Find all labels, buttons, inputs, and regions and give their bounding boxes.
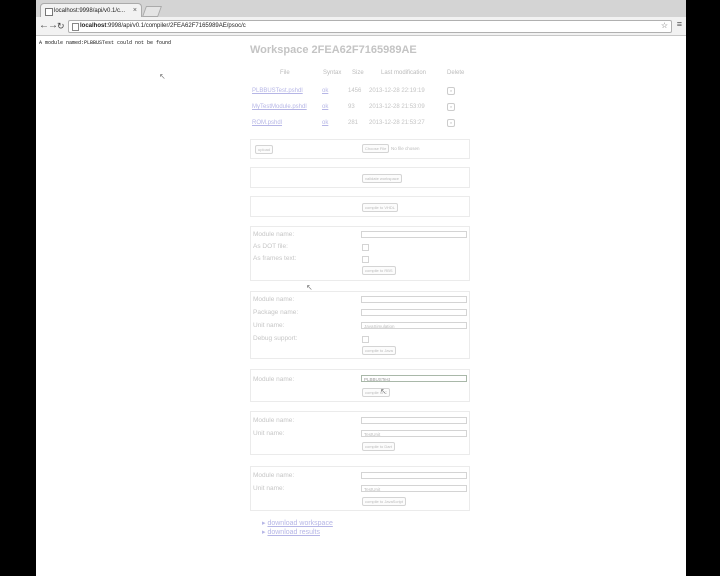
module-name-label: Module name: xyxy=(253,296,295,303)
rbs-panel: Module name: As DOT file: As frames text… xyxy=(250,226,470,281)
download-workspace-link[interactable]: download workspace xyxy=(267,520,332,527)
debug-support-checkbox[interactable] xyxy=(362,336,369,343)
unit-name-label: Unit name: xyxy=(253,322,285,329)
validate-workspace-button[interactable]: validate workspace xyxy=(362,174,403,183)
unit-name-input[interactable]: JavaSimulation xyxy=(361,322,467,329)
column-header-modified: Last modification xyxy=(381,70,427,76)
choose-file-button[interactable]: Choose File xyxy=(362,144,390,153)
address-bar[interactable]: localhost:9998/api/v0.1/compiler/2FEA62F… xyxy=(68,20,672,33)
module-name-label: Module name: xyxy=(253,472,295,479)
delete-button[interactable]: × xyxy=(447,87,455,95)
package-name-label: Package name: xyxy=(253,309,299,316)
package-name-input[interactable] xyxy=(361,309,467,316)
new-tab-button[interactable] xyxy=(141,6,163,17)
module-name-input[interactable] xyxy=(361,231,467,238)
upload-button[interactable]: upload xyxy=(255,145,274,154)
javascript-panel: Module name: Unit name: TestUnit compile… xyxy=(250,466,470,511)
file-modified: 2013-12-28 22:19:19 xyxy=(369,88,425,94)
cursor-icon: ↖ xyxy=(159,72,166,81)
browser-tab[interactable]: localhost:9998/api/v0.1/c... × xyxy=(40,3,142,18)
page-icon xyxy=(72,23,79,31)
file-link[interactable]: PLBBUSTest.pshdl xyxy=(252,88,303,94)
page-title: Workspace 2FEA62F7165989AE xyxy=(250,44,417,56)
tab-strip: localhost:9998/api/v0.1/c... × xyxy=(36,0,686,18)
syntax-link[interactable]: ok xyxy=(322,104,328,110)
column-header-file: File xyxy=(280,70,290,76)
no-file-text: No file chosen xyxy=(391,146,420,151)
close-tab-icon[interactable]: × xyxy=(133,4,137,18)
compile-java-button[interactable]: compile to Java xyxy=(362,346,396,355)
column-header-size: Size xyxy=(352,70,364,76)
upload-panel: upload Choose File No file chosen xyxy=(250,139,470,159)
unit-name-input[interactable]: TestUnit xyxy=(361,430,467,437)
table-row: PLBBUSTest.pshdl ok 1456 2013-12-28 22:1… xyxy=(250,84,470,100)
dart-panel: Module name: Unit name: TestUnit compile… xyxy=(250,411,470,455)
file-modified: 2013-12-28 21:53:09 xyxy=(369,104,425,110)
dot-file-label: As DOT file: xyxy=(253,243,288,250)
file-size: 93 xyxy=(348,104,355,110)
module-name-label: Module name: xyxy=(253,376,295,383)
column-header-syntax: Syntax xyxy=(323,70,342,76)
list-item: ▸ download results xyxy=(262,529,320,536)
browser-toolbar: ← → ↻ localhost:9998/api/v0.1/compiler/2… xyxy=(36,17,686,36)
dot-file-checkbox[interactable] xyxy=(362,244,369,251)
table-row: ROM.pshdl ok 281 2013-12-28 21:53:27 × xyxy=(250,116,470,132)
module-name-input[interactable] xyxy=(361,296,467,303)
delete-button[interactable]: × xyxy=(447,119,455,127)
file-size: 1456 xyxy=(348,88,362,94)
file-link[interactable]: MyTestModule.pshdl xyxy=(252,104,307,110)
table-row: MyTestModule.pshdl ok 93 2013-12-28 21:5… xyxy=(250,100,470,116)
url-text: localhost:9998/api/v0.1/compiler/2FEA62F… xyxy=(80,23,246,29)
unit-name-label: Unit name: xyxy=(253,485,285,492)
table-header: File Syntax Size Last modification Delet… xyxy=(250,68,470,84)
download-links: ▸ download workspace ▸ download results xyxy=(262,519,333,537)
module-name-label: Module name: xyxy=(253,231,295,238)
compile-vhdl-button[interactable]: compile to VHDL xyxy=(362,203,399,212)
frames-text-label: As frames text: xyxy=(253,255,297,262)
star-icon[interactable]: ☆ xyxy=(661,20,668,31)
error-message: A module named:PLBBUSTest could not be f… xyxy=(39,40,172,46)
file-link[interactable]: ROM.pshdl xyxy=(252,120,282,126)
java-panel: Module name: Package name: Unit name: Ja… xyxy=(250,291,470,359)
unit-name-input[interactable]: TestUnit xyxy=(361,485,467,492)
cursor-icon: ↖ xyxy=(306,283,313,292)
file-table: File Syntax Size Last modification Delet… xyxy=(250,68,470,132)
download-results-link[interactable]: download results xyxy=(267,529,320,536)
syntax-link[interactable]: ok xyxy=(322,88,328,94)
module-name-input[interactable] xyxy=(361,472,467,479)
page-icon xyxy=(45,8,53,16)
browser-window: localhost:9998/api/v0.1/c... × ← → ↻ loc… xyxy=(36,0,686,576)
file-modified: 2013-12-28 21:53:27 xyxy=(369,120,425,126)
debug-support-label: Debug support: xyxy=(253,335,298,342)
tab-title: localhost:9998/api/v0.1/c... xyxy=(54,8,126,14)
unit-name-label: Unit name: xyxy=(253,430,285,437)
reload-icon[interactable]: ↻ xyxy=(57,19,65,33)
cursor-icon: ↖ xyxy=(380,387,387,396)
module-name-input[interactable] xyxy=(361,417,467,424)
compile-javascript-button[interactable]: compile to JavaScript xyxy=(362,497,407,506)
syntax-link[interactable]: ok xyxy=(322,120,328,126)
vhdl-panel: compile to VHDL xyxy=(250,196,470,217)
frames-text-checkbox[interactable] xyxy=(362,256,369,263)
delete-button[interactable]: × xyxy=(447,103,455,111)
psoc-panel: Module name: PLBBUSTest compile to C xyxy=(250,369,470,402)
column-header-delete: Delete xyxy=(447,70,465,76)
validate-panel: validate workspace xyxy=(250,167,470,188)
list-item: ▸ download workspace xyxy=(262,520,333,527)
module-name-input[interactable]: PLBBUSTest xyxy=(361,375,467,382)
compile-rbs-button[interactable]: compile to RBS xyxy=(362,266,396,275)
menu-icon[interactable]: ≡ xyxy=(677,19,682,29)
file-size: 281 xyxy=(348,120,359,126)
compile-dart-button[interactable]: compile to Dart xyxy=(362,442,395,451)
module-name-label: Module name: xyxy=(253,417,295,424)
